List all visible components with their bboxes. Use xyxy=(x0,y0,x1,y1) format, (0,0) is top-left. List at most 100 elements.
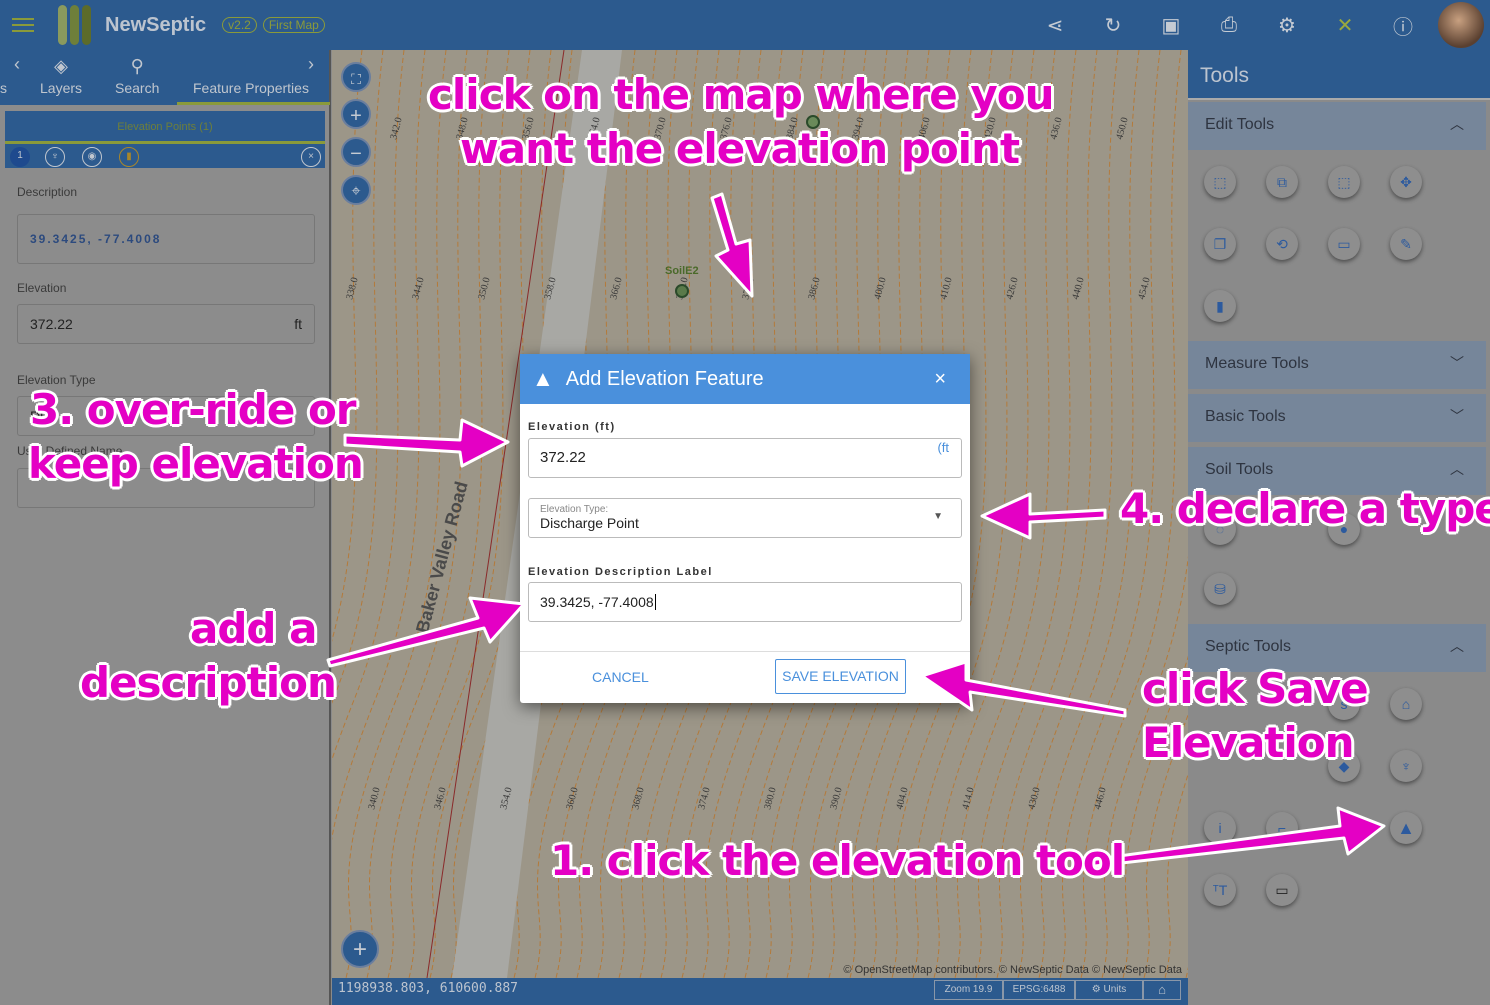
version-badge: v2.2 xyxy=(222,17,257,33)
coordinate-readout: 1198938.803, 610600.887 xyxy=(338,981,519,996)
zoom-in-button[interactable]: + xyxy=(341,99,371,129)
add-selection-tool[interactable]: ⬚ xyxy=(1328,166,1360,198)
move-tool[interactable]: ✥ xyxy=(1390,166,1422,198)
copy-tool[interactable]: ❐ xyxy=(1204,228,1236,260)
contour-label: 386.0 xyxy=(806,276,822,301)
tab-label: Layers xyxy=(40,80,83,96)
chevron-down-icon: ﹀ xyxy=(1450,408,1464,424)
contour-label: 410.0 xyxy=(938,276,954,301)
chevron-up-icon: ︿ xyxy=(1450,461,1464,477)
select-tool[interactable]: ⬚ xyxy=(1204,166,1236,198)
delete-icon[interactable]: ▮ xyxy=(119,147,139,167)
resize-tool[interactable]: ▭ xyxy=(1328,228,1360,260)
well-tool[interactable]: ♆ xyxy=(1390,750,1422,782)
menu-icon[interactable] xyxy=(12,18,34,32)
zoom-out-button[interactable]: − xyxy=(341,137,371,167)
contour-label: 344.0 xyxy=(410,276,426,301)
panel-tabs: ‹ › s ◈ Layers ⚲ Search Feature Properties xyxy=(0,50,330,105)
contour-label: 366.0 xyxy=(608,276,624,301)
section-basic-tools[interactable]: Basic Tools ﹀ xyxy=(1188,394,1486,442)
section-edit-tools[interactable]: Edit Tools ︿ xyxy=(1188,102,1486,150)
refresh-icon[interactable]: ↻ xyxy=(1084,13,1142,38)
select-multiple-tool[interactable]: ⧉ xyxy=(1266,166,1298,198)
spray-tool[interactable]: i xyxy=(1204,812,1236,844)
print-icon[interactable]: ⎙ xyxy=(1200,14,1258,37)
add-button[interactable]: + xyxy=(341,930,379,968)
folder-tool[interactable]: ▭ xyxy=(1266,874,1298,906)
soil-marker[interactable] xyxy=(675,284,689,298)
map-name-badge[interactable]: First Map xyxy=(262,17,325,33)
chevron-right-icon[interactable]: › xyxy=(308,54,314,75)
close-icon[interactable]: × xyxy=(301,147,321,167)
description-label: Elevation Description Label xyxy=(528,566,713,578)
app-logo xyxy=(58,5,91,45)
share-icon[interactable]: ⋖ xyxy=(1026,13,1084,38)
tools-icon[interactable]: ✕ xyxy=(1316,13,1374,38)
contour-label: 360.0 xyxy=(564,786,580,811)
annotation-description-2: description xyxy=(80,658,337,707)
left-panel: ‹ › s ◈ Layers ⚲ Search Feature Properties… xyxy=(0,50,331,1005)
contour-label: 414.0 xyxy=(960,786,976,811)
close-icon[interactable]: × xyxy=(934,368,946,391)
house-tool[interactable]: ⌂ xyxy=(1390,688,1422,720)
annotation-override: 3. over-ride or xyxy=(30,385,357,434)
description-field[interactable]: 39.3425, -77.4008 xyxy=(17,214,315,264)
contour-label: 374.0 xyxy=(696,786,712,811)
elevation-type-select[interactable]: Elevation Type: Discharge Point ▼ xyxy=(528,498,962,538)
contour-label: 400.0 xyxy=(872,276,888,301)
units-button[interactable]: ⚙ Units xyxy=(1075,980,1143,1000)
count-badge: 1 xyxy=(10,147,30,167)
highlight-icon[interactable]: ♆ xyxy=(45,147,65,167)
hide-icon[interactable]: ◉ xyxy=(82,147,102,167)
map-attribution: © OpenStreetMap contributors. © NewSepti… xyxy=(843,964,1182,976)
avatar[interactable] xyxy=(1438,2,1484,48)
tab-feature-properties[interactable]: Feature Properties xyxy=(193,80,309,96)
tab-layers[interactable]: ◈ Layers xyxy=(40,56,83,96)
annotation-type: 4. declare a type xyxy=(1120,484,1490,533)
elevation-value: 372.22 xyxy=(30,316,73,332)
elevation-field[interactable]: 372.22 ft xyxy=(17,304,315,344)
rotate-tool[interactable]: ⟲ xyxy=(1266,228,1298,260)
delete-tool[interactable]: ▮ xyxy=(1204,290,1236,322)
section-label: Soil Tools xyxy=(1205,461,1274,478)
section-label: Septic Tools xyxy=(1205,638,1291,655)
locate-button[interactable]: ⌖ xyxy=(341,175,371,205)
cancel-button[interactable]: CANCEL xyxy=(592,669,649,685)
annotation-map-click-2: want the elevation point xyxy=(460,124,1020,173)
soil-database-tool[interactable]: ⛁ xyxy=(1204,573,1236,605)
description-input[interactable]: 39.3425, -77.4008 xyxy=(528,582,962,622)
save-icon[interactable]: ▣ xyxy=(1142,13,1200,38)
save-elevation-button[interactable]: SAVE ELEVATION xyxy=(775,659,906,694)
chevron-left-icon[interactable]: ‹ xyxy=(14,54,20,75)
settings-icon[interactable]: ⚙ xyxy=(1258,13,1316,38)
group-title: Elevation Points (1) xyxy=(5,111,325,144)
contour-label: 378.0 xyxy=(740,276,756,301)
contour-label: 430.0 xyxy=(1026,786,1042,811)
pipe-tool[interactable]: ⌐ xyxy=(1266,812,1298,844)
contour-label: 446.0 xyxy=(1092,786,1108,811)
elevation-input[interactable]: 372.22 (ft xyxy=(528,438,962,478)
divider xyxy=(520,651,970,652)
tab-search[interactable]: ⚲ Search xyxy=(115,56,160,96)
annotation-override-2: keep elevation xyxy=(28,439,364,488)
brush-tool[interactable]: ✎ xyxy=(1390,228,1422,260)
info-icon[interactable]: ⓘ xyxy=(1374,11,1432,40)
app-name: NewSeptic xyxy=(105,13,207,36)
annotation-description: add a xyxy=(190,604,317,653)
text-tool[interactable]: ᵀT xyxy=(1204,874,1236,906)
tab-previous[interactable]: s xyxy=(0,80,7,96)
contour-label: 350.0 xyxy=(476,276,492,301)
contour-label: 440.0 xyxy=(1070,276,1086,301)
contour-label: 426.0 xyxy=(1004,276,1020,301)
gear-icon: ⚙ xyxy=(1091,984,1104,995)
elevation-tool[interactable]: ▲ xyxy=(1390,812,1422,844)
text-cursor xyxy=(654,594,656,610)
annotation-save: click Save xyxy=(1142,664,1369,713)
contour-label: 404.0 xyxy=(894,786,910,811)
dropdown-icon: ▼ xyxy=(933,511,943,522)
fullscreen-button[interactable]: ⛶ xyxy=(341,62,371,92)
section-measure-tools[interactable]: Measure Tools ﹀ xyxy=(1188,341,1486,389)
projection-button[interactable]: EPSG:6488 xyxy=(1003,980,1075,1000)
home-icon[interactable]: ⌂ xyxy=(1143,980,1181,1000)
tab-label: Search xyxy=(115,80,160,96)
